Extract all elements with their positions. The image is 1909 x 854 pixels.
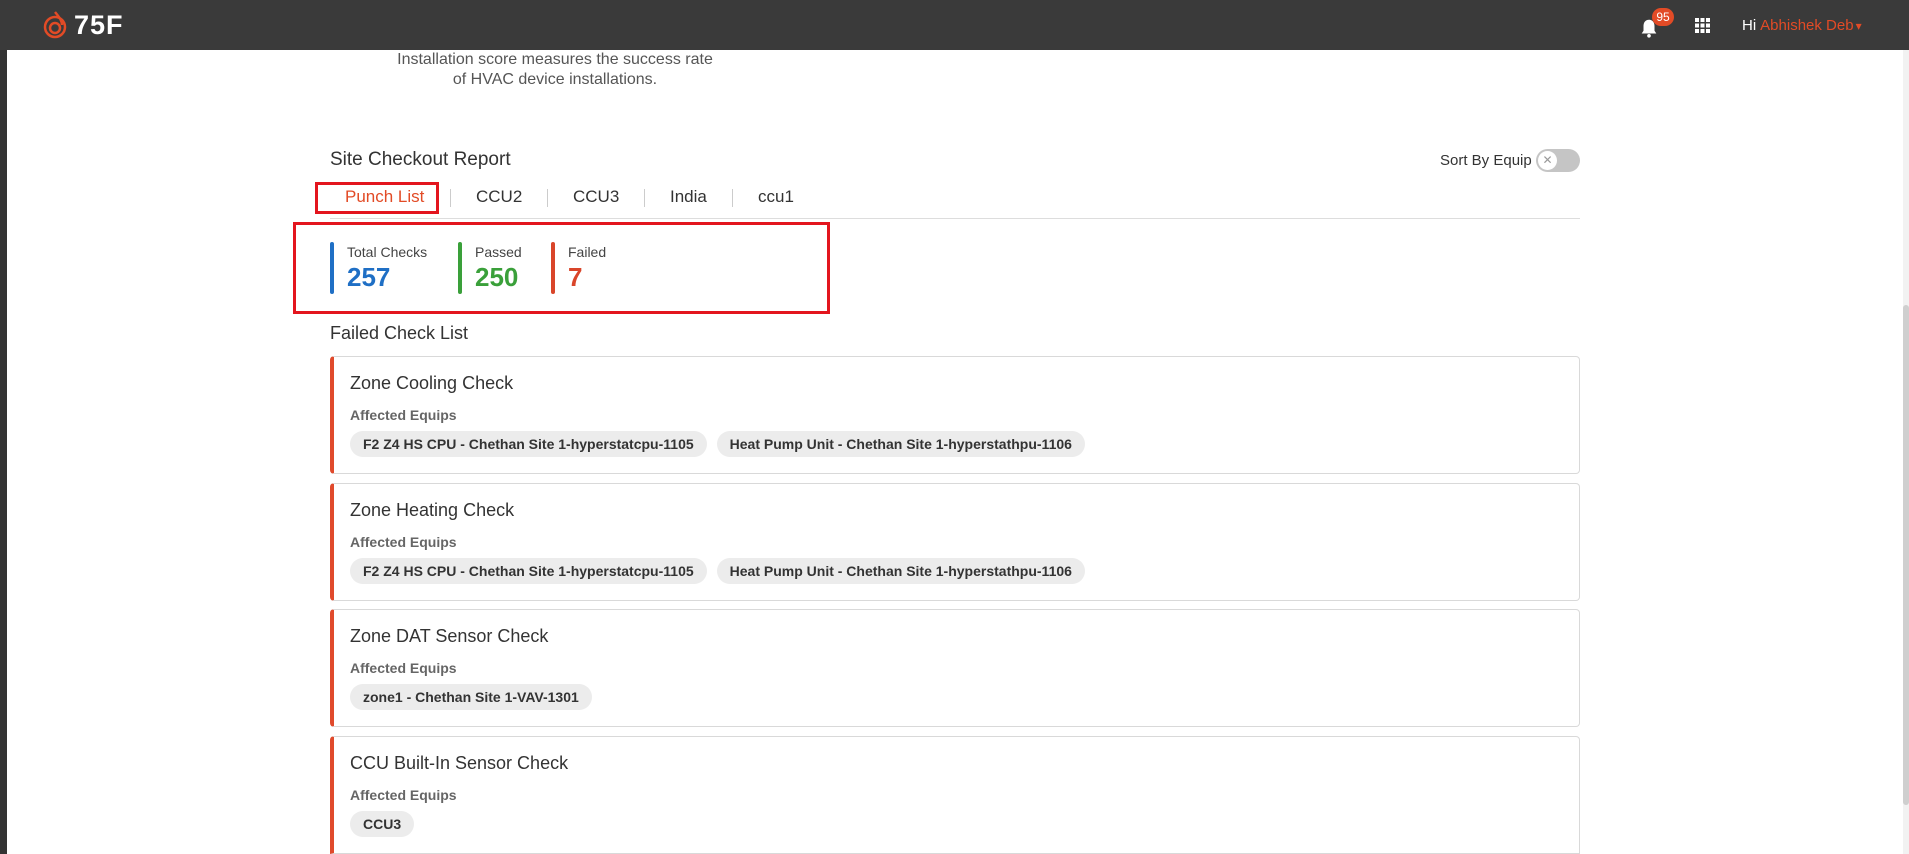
total-checks-stat: Total Checks 257 xyxy=(330,242,427,294)
chevron-down-icon[interactable]: ▾ xyxy=(1856,19,1862,33)
affected-equips-label: Affected Equips xyxy=(350,787,457,803)
user-menu[interactable]: Hi Abhishek Deb ▾ xyxy=(1742,17,1862,34)
equip-chip[interactable]: Heat Pump Unit - Chethan Site 1-hypersta… xyxy=(716,558,1085,584)
failed-check-card[interactable]: CCU Built-In Sensor Check Affected Equip… xyxy=(330,736,1580,854)
sort-by-equip-label: Sort By Equip xyxy=(1440,152,1532,169)
tab-divider xyxy=(547,189,548,207)
equip-chip[interactable]: CCU3 xyxy=(350,811,415,837)
check-title: Zone DAT Sensor Check xyxy=(350,626,549,646)
failed-check-card[interactable]: Zone Heating Check Affected Equips F2 Z4… xyxy=(330,483,1580,601)
flame-logo-icon xyxy=(43,11,67,39)
app-logo[interactable]: 75F xyxy=(42,8,124,42)
failed-bar xyxy=(551,242,555,294)
failed-value: 7 xyxy=(568,262,583,292)
tab-divider xyxy=(644,189,645,207)
failed-check-list-title: Failed Check List xyxy=(330,323,469,343)
affected-equips-label: Affected Equips xyxy=(350,660,457,676)
apps-grid-icon[interactable] xyxy=(1695,18,1710,33)
total-checks-value: 257 xyxy=(347,262,391,292)
failed-label: Failed xyxy=(568,244,607,260)
tab-divider xyxy=(732,189,733,207)
affected-equips-label: Affected Equips xyxy=(350,534,457,550)
installation-score-description: Installation score measures the success … xyxy=(380,50,730,90)
logo-text: 75F xyxy=(74,9,124,40)
greeting-text: Hi xyxy=(1742,17,1757,34)
check-title: Zone Cooling Check xyxy=(350,373,514,393)
scrollbar-thumb[interactable] xyxy=(1903,305,1909,805)
failed-stat: Failed 7 xyxy=(551,242,606,294)
passed-bar xyxy=(458,242,462,294)
punch-list-highlight-box xyxy=(315,182,439,214)
equip-chip[interactable]: Heat Pump Unit - Chethan Site 1-hypersta… xyxy=(716,431,1085,457)
total-checks-bar xyxy=(330,242,334,294)
equip-chip[interactable]: zone1 - Chethan Site 1-VAV-1301 xyxy=(350,684,592,710)
sort-by-equip-toggle[interactable]: ✕ xyxy=(1536,149,1580,172)
equip-chip[interactable]: F2 Z4 HS CPU - Chethan Site 1-hyperstatc… xyxy=(350,558,707,584)
passed-label: Passed xyxy=(475,244,522,260)
tab-ccu1[interactable]: ccu1 xyxy=(758,187,794,207)
total-checks-label: Total Checks xyxy=(347,244,428,260)
report-tabs: Punch List CCU2 CCU3 India ccu1 xyxy=(330,183,1580,219)
toggle-off-icon: ✕ xyxy=(1538,151,1557,170)
tab-divider xyxy=(450,189,451,207)
left-frame-edge xyxy=(0,50,7,854)
passed-stat: Passed 250 xyxy=(458,242,522,294)
failed-check-card[interactable]: Zone DAT Sensor Check Affected Equips zo… xyxy=(330,609,1580,727)
passed-value: 250 xyxy=(475,262,519,292)
top-navigation-bar: 75F 95 Hi Abhishek Deb ▾ xyxy=(0,0,1909,50)
equip-chip[interactable]: F2 Z4 HS CPU - Chethan Site 1-hyperstatc… xyxy=(350,431,707,457)
tab-ccu2[interactable]: CCU2 xyxy=(476,187,522,207)
user-name[interactable]: Abhishek Deb xyxy=(1760,17,1853,34)
check-title: CCU Built-In Sensor Check xyxy=(350,753,569,773)
failed-check-card[interactable]: Zone Cooling Check Affected Equips F2 Z4… xyxy=(330,356,1580,474)
check-title: Zone Heating Check xyxy=(350,500,515,520)
tab-ccu3[interactable]: CCU3 xyxy=(573,187,619,207)
score-description-line-2: of HVAC device installations. xyxy=(452,71,658,88)
affected-equips-label: Affected Equips xyxy=(350,407,457,423)
notification-badge[interactable]: 95 xyxy=(1652,8,1674,26)
score-description-line-1: Installation score measures the success … xyxy=(397,51,713,68)
tab-india[interactable]: India xyxy=(670,187,707,207)
report-title: Site Checkout Report xyxy=(330,149,511,170)
